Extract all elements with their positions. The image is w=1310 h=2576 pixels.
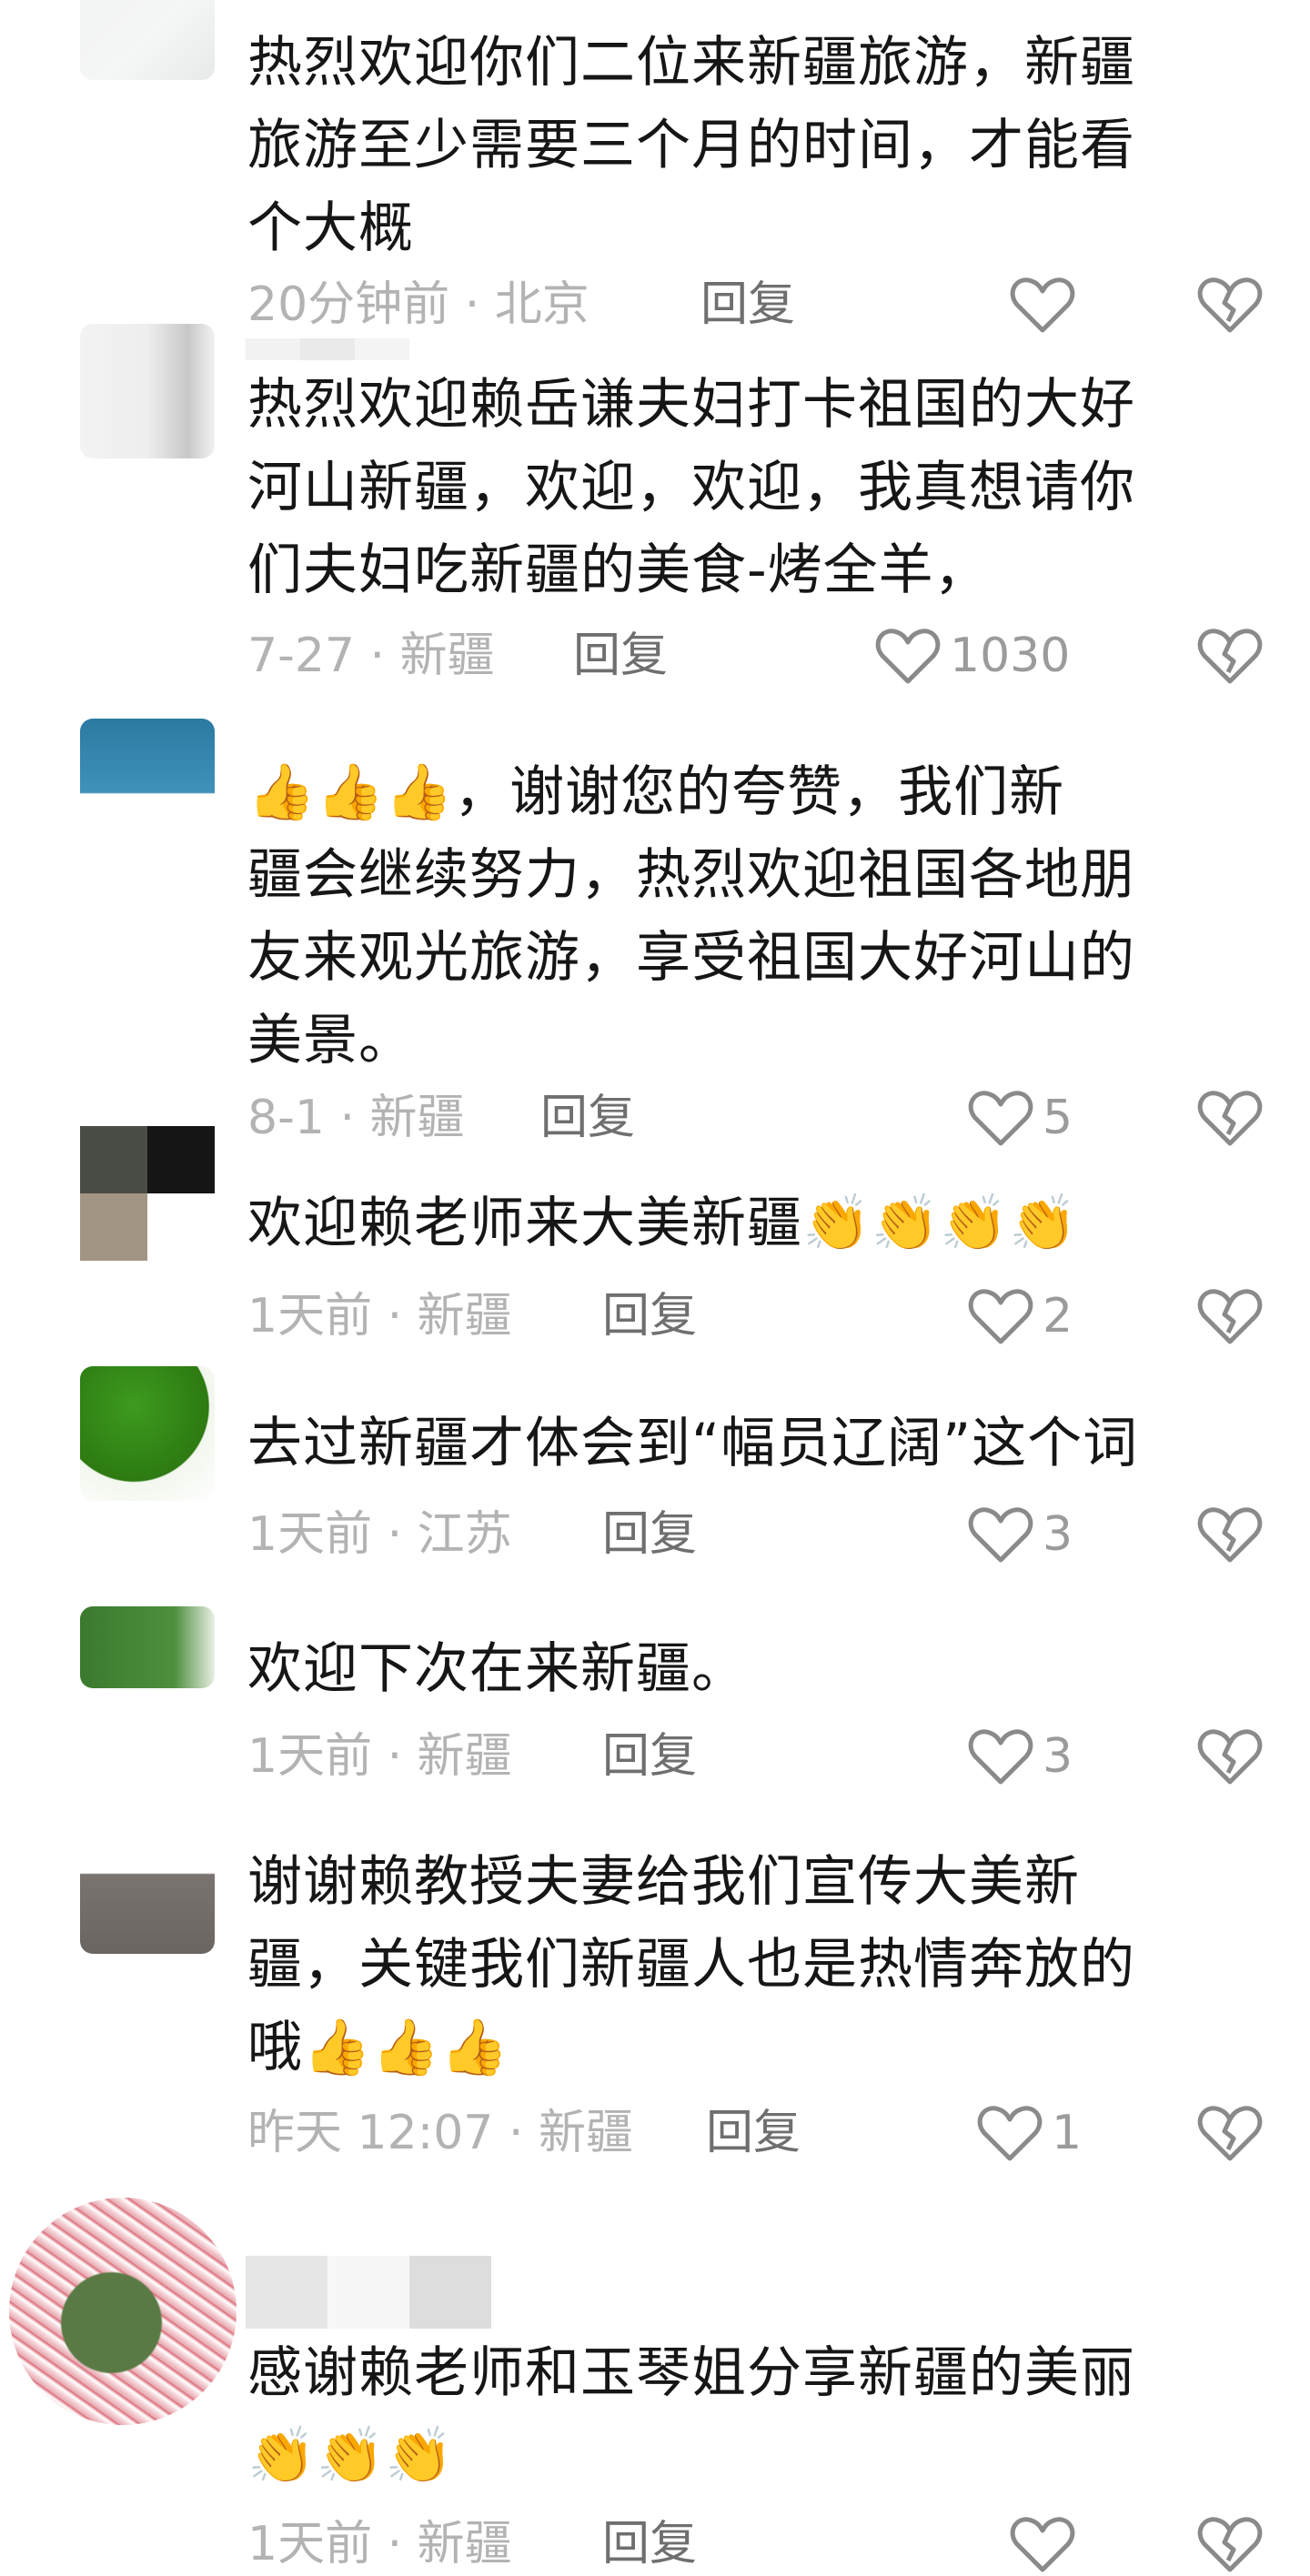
heart-outline-icon bbox=[968, 1287, 1033, 1345]
broken-heart-icon bbox=[1197, 1089, 1263, 1147]
like-count: 3 bbox=[1043, 1507, 1073, 1562]
comment-text: 欢迎赖老师来大美新疆👏👏👏👏 bbox=[247, 1182, 1257, 1265]
heart-outline-icon bbox=[968, 1089, 1033, 1147]
comment-time-location: 1天前 · 新疆 bbox=[247, 1289, 512, 1343]
broken-heart-icon bbox=[1197, 1505, 1263, 1564]
comment-meta: 7-27 · 新疆 回复 1030 bbox=[247, 624, 1263, 688]
comment-list: 热烈欢迎你们二位来新疆旅游，新疆 旅游至少需要三个月的时间，才能看 个大概 20… bbox=[0, 0, 1310, 2576]
broken-heart-icon bbox=[1197, 276, 1263, 334]
like-button[interactable]: 3 bbox=[968, 1503, 1073, 1566]
like-count: 2 bbox=[1043, 1289, 1073, 1343]
dislike-button[interactable] bbox=[1197, 624, 1263, 688]
comment-meta: 1天前 · 新疆 回复 3 bbox=[247, 1725, 1263, 1788]
comment-line: 哦👍👍👍 bbox=[247, 2016, 510, 2079]
broken-heart-icon bbox=[1197, 1727, 1263, 1786]
avatar[interactable] bbox=[80, 1606, 215, 1688]
comment-text: 谢谢赖教授夫妻给我们宣传大美新 疆，关键我们新疆人也是热情奔放的 哦👍👍👍 bbox=[247, 1841, 1257, 2089]
comment-meta: 8-1 · 新疆 回复 5 bbox=[247, 1086, 1263, 1150]
broken-heart-icon bbox=[1197, 1287, 1263, 1345]
reply-button[interactable]: 回复 bbox=[573, 624, 668, 688]
dislike-button[interactable] bbox=[1197, 1503, 1263, 1566]
reply-button[interactable]: 回复 bbox=[602, 1503, 697, 1566]
comment-text: 感谢赖老师和玉琴姐分享新疆的美丽 👏👏👏 bbox=[247, 2332, 1257, 2498]
like-button[interactable]: 1030 bbox=[875, 624, 1070, 688]
comment-line: 美景。 bbox=[247, 1009, 414, 1072]
comment-line: 谢谢赖教授夫妻给我们宣传大美新 bbox=[247, 1850, 1080, 1914]
like-button[interactable]: 1 bbox=[977, 2101, 1082, 2165]
dislike-button[interactable] bbox=[1197, 1086, 1263, 1150]
heart-outline-icon bbox=[1010, 276, 1075, 334]
username-redacted bbox=[246, 2256, 491, 2329]
like-button[interactable]: 3 bbox=[968, 1725, 1073, 1788]
comment-meta: 20分钟前 · 北京 回复 bbox=[247, 273, 1263, 337]
comment-line: 👍👍👍，谢谢您的夸赞，我们新 bbox=[247, 760, 1065, 824]
comment-line: 河山新疆，欢迎，欢迎，我真想请你 bbox=[247, 456, 1135, 519]
comment-line: 友来观光旅游，享受祖国大好河山的 bbox=[247, 926, 1135, 990]
avatar[interactable] bbox=[80, 324, 215, 458]
comment-line: 旅游至少需要三个月的时间，才能看 bbox=[247, 114, 1135, 177]
avatar[interactable] bbox=[9, 2198, 237, 2425]
like-count: 3 bbox=[1043, 1729, 1073, 1784]
avatar[interactable] bbox=[80, 1126, 215, 1261]
comment-meta: 1天前 · 新疆 回复 bbox=[247, 2512, 1263, 2576]
comment-time-location: 7-27 · 新疆 bbox=[247, 629, 495, 683]
avatar[interactable] bbox=[80, 1819, 215, 1954]
comment-line: 疆，关键我们新疆人也是热情奔放的 bbox=[247, 1933, 1135, 1997]
comment-line: 👏👏👏 bbox=[247, 2424, 455, 2488]
heart-outline-icon bbox=[1010, 2515, 1075, 2573]
avatar[interactable] bbox=[80, 719, 215, 853]
username-redacted bbox=[246, 338, 409, 360]
comment-line: 个大概 bbox=[247, 196, 414, 260]
heart-outline-icon bbox=[977, 2104, 1043, 2162]
comment-time-location: 20分钟前 · 北京 bbox=[247, 277, 590, 332]
comment-time-location: 昨天 12:07 · 新疆 bbox=[247, 2106, 633, 2160]
heart-outline-icon bbox=[968, 1727, 1033, 1786]
comment-text: 去过新疆才体会到“幅员辽阔”这个词 bbox=[247, 1403, 1257, 1485]
broken-heart-icon bbox=[1197, 627, 1263, 685]
heart-outline-icon bbox=[968, 1505, 1033, 1564]
comment-line: 疆会继续努力，热烈欢迎祖国各地朋 bbox=[247, 843, 1135, 907]
avatar[interactable] bbox=[80, 1366, 215, 1501]
comment-time-location: 1天前 · 江苏 bbox=[247, 1507, 512, 1562]
comment-meta: 1天前 · 江苏 回复 3 bbox=[247, 1503, 1263, 1566]
like-count: 5 bbox=[1043, 1091, 1073, 1145]
comment-text: 热烈欢迎你们二位来新疆旅游，新疆 旅游至少需要三个月的时间，才能看 个大概 bbox=[247, 22, 1257, 270]
like-count: 1 bbox=[1052, 2106, 1083, 2160]
comment-time-location: 1天前 · 新疆 bbox=[247, 2517, 512, 2571]
broken-heart-icon bbox=[1197, 2104, 1263, 2162]
broken-heart-icon bbox=[1197, 2515, 1263, 2573]
reply-button[interactable]: 回复 bbox=[700, 273, 795, 337]
comment-line: 欢迎下次在来新疆。 bbox=[247, 1637, 747, 1701]
comment-meta: 1天前 · 新疆 回复 2 bbox=[247, 1284, 1263, 1348]
comment-text: 欢迎下次在来新疆。 bbox=[247, 1628, 1257, 1711]
comment-line: 去过新疆才体会到“幅员辽阔”这个词 bbox=[247, 1412, 1139, 1475]
reply-button[interactable]: 回复 bbox=[602, 1725, 697, 1788]
reply-button[interactable]: 回复 bbox=[602, 2512, 697, 2576]
reply-button[interactable]: 回复 bbox=[706, 2101, 801, 2165]
comment-meta: 昨天 12:07 · 新疆 回复 1 bbox=[247, 2101, 1263, 2165]
heart-outline-icon bbox=[875, 627, 941, 685]
comment-text: 热烈欢迎赖岳谦夫妇打卡祖国的大好 河山新疆，欢迎，欢迎，我真想请你 们夫妇吃新疆… bbox=[247, 364, 1257, 612]
comment-text: 👍👍👍，谢谢您的夸赞，我们新 疆会继续努力，热烈欢迎祖国各地朋 友来观光旅游，享… bbox=[247, 751, 1257, 1082]
dislike-button[interactable] bbox=[1197, 2512, 1263, 2576]
comment-time-location: 1天前 · 新疆 bbox=[247, 1729, 512, 1784]
reply-button[interactable]: 回复 bbox=[540, 1086, 635, 1150]
dislike-button[interactable] bbox=[1197, 273, 1263, 337]
comment-time-location: 8-1 · 新疆 bbox=[247, 1091, 465, 1145]
like-button[interactable]: 5 bbox=[968, 1086, 1073, 1150]
avatar[interactable] bbox=[80, 0, 215, 80]
like-button[interactable]: 2 bbox=[968, 1284, 1073, 1348]
comment-line: 热烈欢迎你们二位来新疆旅游，新疆 bbox=[247, 31, 1135, 95]
comment-line: 欢迎赖老师来大美新疆👏👏👏👏 bbox=[247, 1192, 1078, 1255]
like-count: 1030 bbox=[950, 629, 1071, 683]
reply-button[interactable]: 回复 bbox=[602, 1284, 697, 1348]
dislike-button[interactable] bbox=[1197, 1284, 1263, 1348]
comment-line: 热烈欢迎赖岳谦夫妇打卡祖国的大好 bbox=[247, 373, 1135, 437]
dislike-button[interactable] bbox=[1197, 1725, 1263, 1788]
like-button[interactable] bbox=[1010, 273, 1084, 337]
like-button[interactable] bbox=[1010, 2512, 1084, 2576]
dislike-button[interactable] bbox=[1197, 2101, 1263, 2165]
comment-line: 感谢赖老师和玉琴姐分享新疆的美丽 bbox=[247, 2341, 1135, 2405]
comment-line: 们夫妇吃新疆的美食-烤全羊， bbox=[247, 538, 990, 602]
